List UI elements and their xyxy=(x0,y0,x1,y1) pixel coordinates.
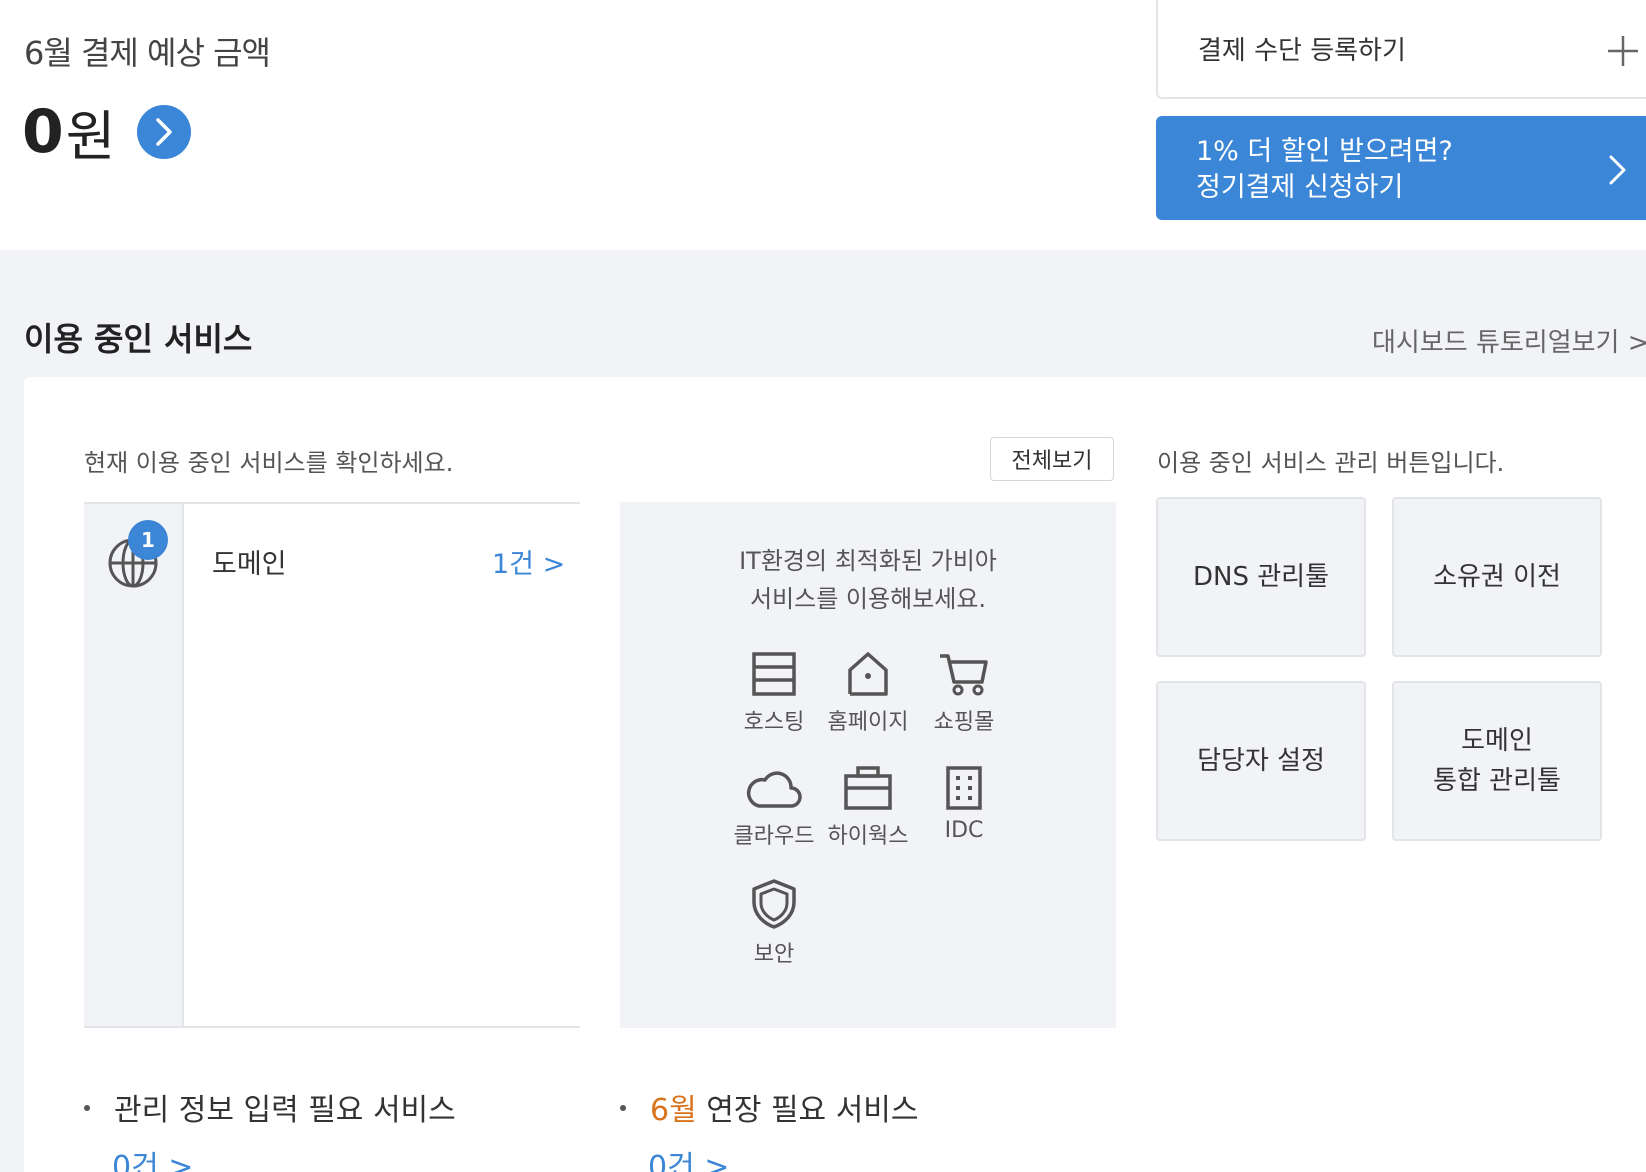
domain-count-badge: 1 xyxy=(128,520,168,560)
chevron-right-icon xyxy=(156,117,173,146)
bullet-dot xyxy=(84,1104,90,1111)
cart-icon xyxy=(940,654,988,696)
hosting-icon xyxy=(752,652,796,696)
promo-line-2: 정기결제 신청하기 xyxy=(1196,172,1404,203)
plus-icon xyxy=(1608,30,1638,74)
bullet-dot xyxy=(620,1104,626,1111)
home-icon xyxy=(848,652,888,696)
info-needed-count[interactable]: 0건 > xyxy=(112,1142,193,1172)
renewal-needed-count[interactable]: 0건 > xyxy=(648,1142,729,1172)
ownership-transfer-button[interactable]: 소유권 이전 xyxy=(1392,497,1602,657)
button-line-2: 통합 관리툴 xyxy=(1433,766,1561,796)
promo-line-1: 1% 더 할인 받으려면? xyxy=(1196,136,1453,167)
auto-pay-promo-button[interactable]: 1% 더 할인 받으려면? 정기결제 신청하기 xyxy=(1156,116,1646,220)
briefcase-icon xyxy=(844,766,892,810)
amount-value: 0 xyxy=(22,96,64,167)
billing-amount: 0 원 xyxy=(22,92,192,171)
shield-icon xyxy=(752,879,796,929)
renewal-needed-row: 6월 연장 필요 서비스 xyxy=(620,1085,919,1129)
button-line-1: 도메인 xyxy=(1461,726,1533,756)
view-all-button[interactable]: 전체보기 xyxy=(990,437,1114,481)
product-label: IDC xyxy=(944,818,984,843)
product-label: 쇼핑몰 xyxy=(933,710,995,735)
domain-integrated-manager-button[interactable]: 도메인 통합 관리툴 xyxy=(1392,681,1602,841)
service-icon-column: 1 xyxy=(84,504,184,1026)
register-payment-button[interactable]: 결제 수단 등록하기 xyxy=(1156,0,1646,99)
product-idc[interactable]: IDC xyxy=(904,764,1024,843)
service-name-domain: 도메인 xyxy=(212,549,287,580)
dns-manager-button[interactable]: DNS 관리툴 xyxy=(1156,497,1366,657)
product-shopping[interactable]: 쇼핑몰 xyxy=(904,650,1024,736)
tutorial-link[interactable]: 대시보드 튜토리얼보기 > xyxy=(1372,322,1646,359)
service-count-domain[interactable]: 1건 > xyxy=(492,542,565,581)
renewal-label: 연장 필요 서비스 xyxy=(696,1093,919,1128)
product-security[interactable]: 보안 xyxy=(714,878,834,968)
section-title: 이용 중인 서비스 xyxy=(24,320,253,358)
info-needed-label: 관리 정보 입력 필요 서비스 xyxy=(114,1093,456,1128)
building-icon xyxy=(946,766,982,810)
services-description: 현재 이용 중인 서비스를 확인하세요. xyxy=(84,449,454,477)
promo-panel-text: IT환경의 최적화된 가비아 서비스를 이용해보세요. xyxy=(620,542,1116,618)
amount-unit: 원 xyxy=(65,105,116,168)
promo-panel-line-2: 서비스를 이용해보세요. xyxy=(749,585,987,613)
register-payment-label: 결제 수단 등록하기 xyxy=(1198,36,1406,66)
manage-description: 이용 중인 서비스 관리 버튼입니다. xyxy=(1157,449,1505,477)
promo-panel-line-1: IT환경의 최적화된 가비아 xyxy=(739,547,997,575)
product-promo-panel: IT환경의 최적화된 가비아 서비스를 이용해보세요. 호스팅 홈페이지 쇼핑몰… xyxy=(620,502,1116,1028)
amount-detail-button[interactable] xyxy=(137,104,192,159)
renewal-month: 6월 xyxy=(650,1093,697,1128)
contact-settings-button[interactable]: 담당자 설정 xyxy=(1156,681,1366,841)
billing-month-label: 6월 결제 예상 금액 xyxy=(24,34,271,72)
service-list: 1 도메인 1건 > xyxy=(84,502,580,1028)
cloud-icon xyxy=(746,771,802,808)
chevron-right-icon xyxy=(1609,155,1626,185)
info-needed-row: 관리 정보 입력 필요 서비스 xyxy=(84,1085,456,1129)
product-label: 보안 xyxy=(753,942,795,967)
